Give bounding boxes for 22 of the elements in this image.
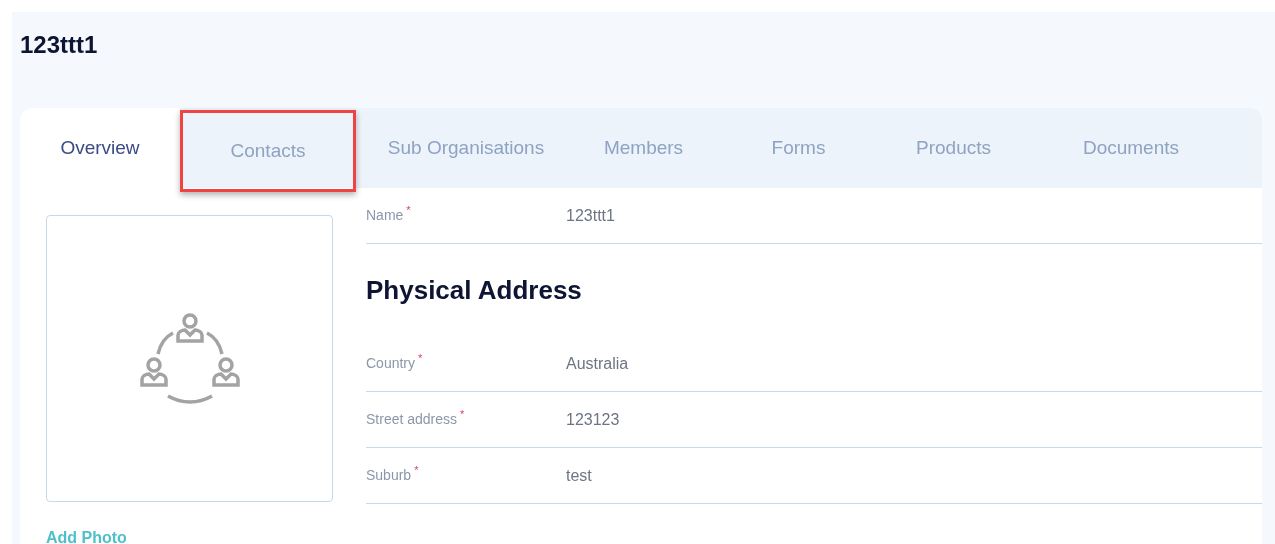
required-mark: * [418,351,423,366]
tab[interactable]: Forms [711,108,886,188]
tab[interactable]: Contacts [180,110,356,192]
field-label: Street address [366,410,458,429]
field-label: Name [366,206,404,225]
add-photo-link[interactable]: Add Photo [46,526,366,544]
required-mark: * [414,463,419,478]
tab[interactable]: Overview [20,108,180,188]
field-value: test [566,465,592,486]
field-value: 123123 [566,409,620,430]
tab[interactable]: Sub Organisations [356,108,576,188]
field-value: 123ttt1 [566,205,615,226]
tab[interactable]: Products [886,108,1021,188]
page-title: 123ttt1 [20,30,99,60]
required-mark: * [460,407,465,422]
field-label: Suburb [366,466,412,485]
field-label: Country [366,354,416,373]
tab[interactable]: Documents [1021,108,1241,188]
section-heading: Physical Address [366,273,583,307]
tab[interactable]: Members [576,108,711,188]
field-value: Australia [566,353,629,374]
required-mark: * [406,203,411,218]
